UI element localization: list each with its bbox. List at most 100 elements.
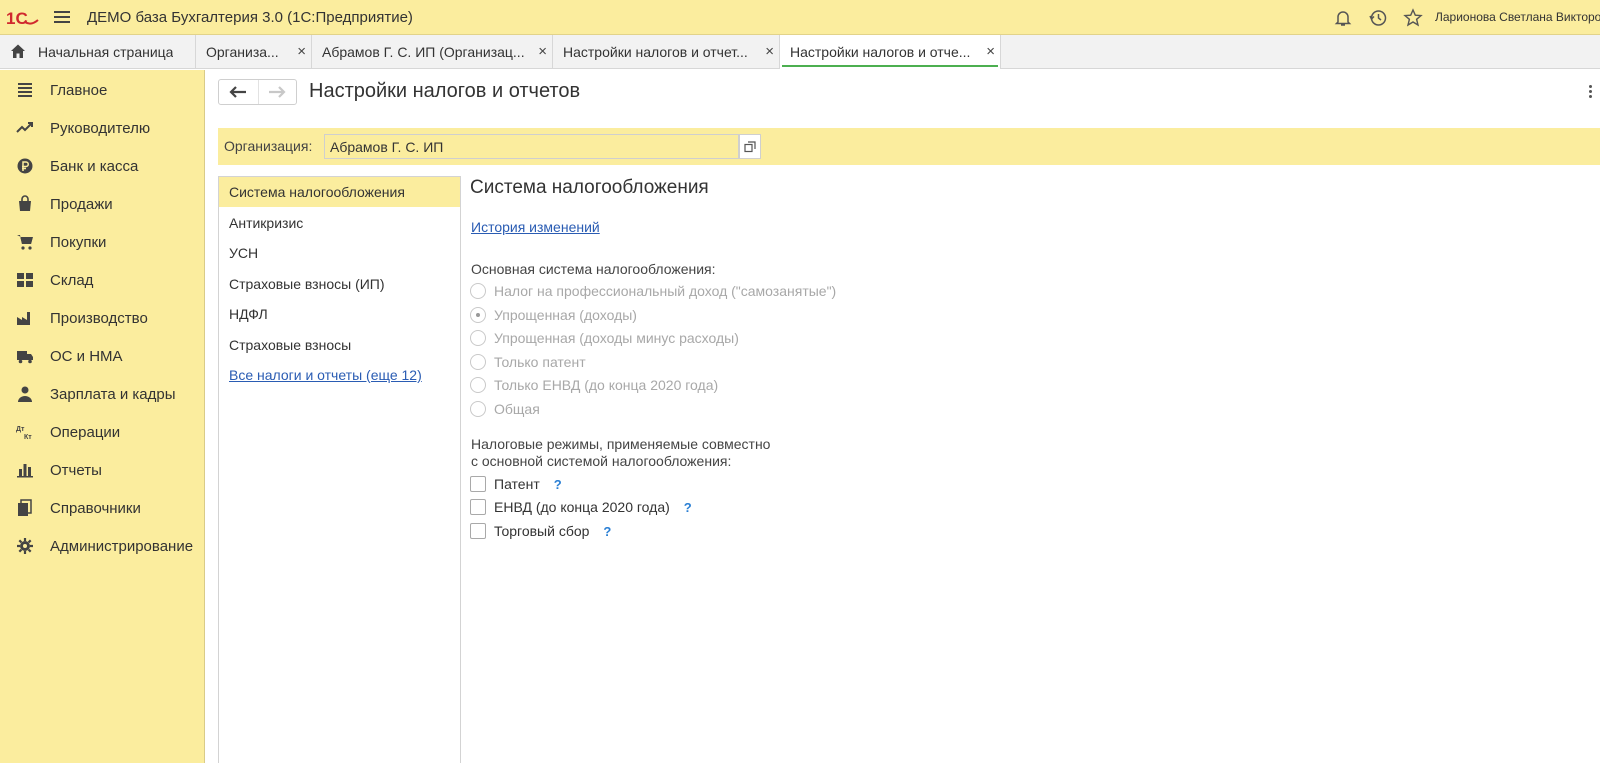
organization-label: Организация: (224, 138, 313, 154)
radio-usn-income-minus-expenses[interactable]: Упрощенная (доходы минус расходы) (470, 328, 739, 348)
page-title: Настройки налогов и отчетов (309, 80, 581, 102)
sidebar-item-label: Главное (50, 82, 108, 99)
sidebar-item-manager[interactable]: Руководителю (0, 111, 205, 145)
checkbox-label: Торговый сбор (494, 523, 590, 539)
section-label: Антикризис (229, 215, 304, 231)
radio-patent-only[interactable]: Только патент (470, 352, 586, 372)
bell-icon[interactable] (1333, 8, 1353, 28)
svg-text:Дт: Дт (16, 426, 25, 433)
forward-button[interactable] (257, 80, 297, 104)
help-icon[interactable]: ? (554, 477, 562, 492)
radio-button[interactable] (470, 283, 486, 299)
gear-icon (16, 537, 34, 555)
checkbox-patent[interactable]: Патент ? (470, 474, 562, 494)
sidebar-item-purchases[interactable]: Покупки (0, 225, 205, 259)
radio-self-employed[interactable]: Налог на профессиональный доход ("самоза… (470, 281, 836, 301)
checkbox[interactable] (470, 499, 486, 515)
checkbox-envd[interactable]: ЕНВД (до конца 2020 года) ? (470, 497, 692, 517)
close-icon[interactable]: × (765, 43, 774, 60)
all-taxes-link-label: Все налоги и отчеты (еще 12) (229, 367, 422, 383)
history-nav (218, 79, 297, 105)
main-tax-system-label: Основная система налогообложения: (471, 261, 716, 277)
radio-label: Только патент (494, 354, 586, 370)
sidebar: Главное Руководителю Банк и касса Продаж… (0, 70, 205, 763)
sidebar-item-operations[interactable]: Дт Кт Операции (0, 415, 205, 449)
sidebar-item-payroll[interactable]: Зарплата и кадры (0, 377, 205, 411)
sidebar-item-production[interactable]: Производство (0, 301, 205, 335)
sidebar-item-label: Операции (50, 424, 121, 441)
sidebar-item-catalogs[interactable]: Справочники (0, 491, 205, 525)
tab-tax-settings-1[interactable]: Настройки налогов и отчет... × (553, 35, 780, 69)
sidebar-item-label: Зарплата и кадры (50, 386, 176, 403)
radio-envd-only[interactable]: Только ЕНВД (до конца 2020 года) (470, 375, 718, 395)
radio-button[interactable] (470, 401, 486, 417)
star-icon[interactable] (1403, 8, 1423, 28)
checkbox[interactable] (470, 523, 486, 539)
tab-organizations[interactable]: Организа... × (196, 35, 312, 69)
tab-label: Организа... (206, 44, 279, 60)
shopping-bag-icon (16, 195, 34, 213)
user-name[interactable]: Ларионова Светлана Викторовна (1435, 10, 1600, 24)
all-taxes-link[interactable]: Все налоги и отчеты (еще 12) (219, 360, 460, 390)
sidebar-item-main[interactable]: Главное (0, 73, 205, 107)
section-list: Система налогообложения Антикризис УСН С… (218, 176, 461, 763)
arrow-right-icon (269, 86, 286, 98)
combined-regimes-label-1: Налоговые режимы, применяемые совместно (471, 436, 771, 452)
combined-regimes-label-2: с основной системой налогообложения: (471, 453, 732, 469)
section-tax-system[interactable]: Система налогообложения (219, 177, 460, 207)
radio-button[interactable] (470, 377, 486, 393)
section-insurance-ip[interactable]: Страховые взносы (ИП) (219, 269, 460, 299)
sidebar-item-label: Руководителю (50, 120, 151, 137)
sidebar-item-fixed-assets[interactable]: ОС и НМА (0, 339, 205, 373)
sidebar-item-bank[interactable]: Банк и касса (0, 149, 205, 183)
sidebar-item-label: Склад (50, 272, 94, 289)
tab-tax-settings-active[interactable]: Настройки налогов и отче... × (780, 35, 1001, 69)
checkbox-label: Патент (494, 476, 540, 492)
back-button[interactable] (219, 80, 258, 104)
tab-label: Абрамов Г. С. ИП (Организац... (322, 44, 525, 60)
bar-chart-icon (16, 461, 34, 479)
section-insurance[interactable]: Страховые взносы (219, 330, 460, 360)
1c-logo-icon: 1С (6, 9, 39, 27)
history-link[interactable]: История изменений (471, 219, 600, 235)
svg-text:1С: 1С (6, 9, 28, 27)
cart-icon (16, 233, 34, 251)
open-window-icon[interactable] (739, 134, 761, 159)
top-bar: 1С ДЕМО база Бухгалтерия 3.0 (1С:Предпри… (0, 0, 1600, 35)
dt-kt-icon: Дт Кт (16, 423, 34, 441)
tab-abramov-organization[interactable]: Абрамов Г. С. ИП (Организац... × (312, 35, 553, 69)
more-vertical-icon[interactable] (1584, 83, 1596, 103)
main-menu-button[interactable] (52, 8, 72, 28)
radio-general[interactable]: Общая (470, 399, 540, 419)
tab-label: Настройки налогов и отчет... (563, 44, 748, 60)
section-usn[interactable]: УСН (219, 238, 460, 268)
sidebar-item-label: Справочники (50, 500, 141, 517)
sidebar-item-label: Производство (50, 310, 148, 327)
sidebar-item-warehouse[interactable]: Склад (0, 263, 205, 297)
help-icon[interactable]: ? (684, 500, 692, 515)
close-icon[interactable]: × (986, 43, 995, 60)
organization-field[interactable]: Абрамов Г. С. ИП (324, 134, 739, 159)
sidebar-item-reports[interactable]: Отчеты (0, 453, 205, 487)
radio-usn-income[interactable]: Упрощенная (доходы) (470, 305, 637, 325)
section-ndfl[interactable]: НДФЛ (219, 299, 460, 329)
sidebar-item-sales[interactable]: Продажи (0, 187, 205, 221)
radio-label: Только ЕНВД (до конца 2020 года) (494, 377, 719, 393)
close-icon[interactable]: × (297, 43, 306, 60)
sidebar-item-administration[interactable]: Администрирование (0, 529, 205, 563)
radio-label: Налог на профессиональный доход ("самоза… (494, 283, 837, 299)
person-icon (16, 385, 34, 403)
close-icon[interactable]: × (538, 43, 547, 60)
radio-button[interactable] (470, 307, 486, 323)
section-label: Система налогообложения (229, 184, 405, 200)
section-label: НДФЛ (229, 306, 268, 322)
checkbox[interactable] (470, 476, 486, 492)
sidebar-item-label: Отчеты (50, 462, 102, 479)
checkbox-trade-fee[interactable]: Торговый сбор ? (470, 521, 611, 541)
help-icon[interactable]: ? (603, 524, 611, 539)
history-icon[interactable] (1368, 8, 1388, 28)
radio-button[interactable] (470, 354, 486, 370)
tab-home[interactable]: Начальная страница (0, 35, 196, 69)
section-anticrisis[interactable]: Антикризис (219, 208, 460, 238)
radio-button[interactable] (470, 330, 486, 346)
